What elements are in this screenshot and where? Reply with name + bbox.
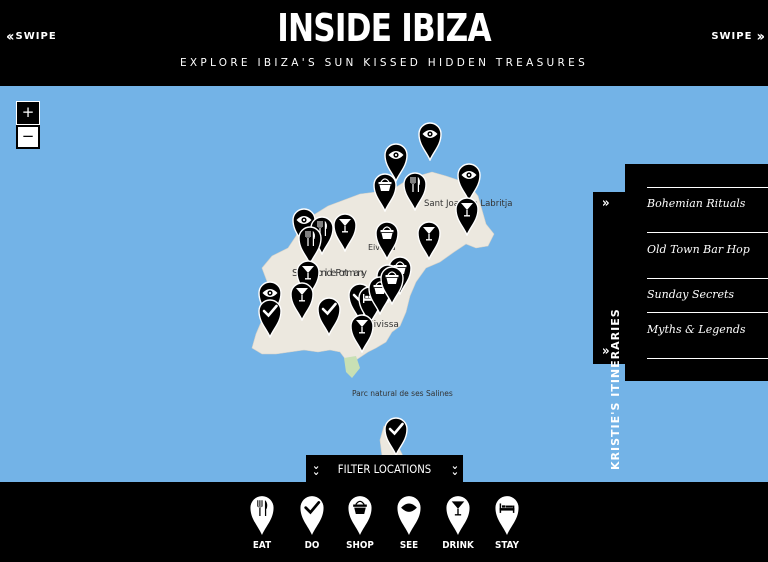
filter-bar [0,482,768,562]
eye-icon [397,496,421,535]
checkmark-icon [300,496,324,535]
divider [647,358,768,359]
double-chevron-right-icon: » [602,196,610,211]
map-marker-see[interactable] [418,122,442,161]
divider [647,187,768,188]
itineraries-tab-label: KRISTIE'S ITINERARIES [609,308,622,470]
bed-icon [495,496,519,535]
itineraries-tab[interactable]: » KRISTIE'S ITINERARIES » [593,192,625,470]
filter-button-see[interactable]: SEE [387,494,431,556]
cutlery-icon [250,496,274,535]
divider [647,278,768,279]
salines-park [344,356,360,378]
itinerary-bohemian-rituals[interactable]: Bohemian Rituals [647,198,759,210]
filter-button-eat[interactable]: EAT [240,494,284,556]
zoom-in-button[interactable]: + [16,101,40,125]
filter-button-label: STAY [494,540,520,551]
itinerary-sunday-secrets[interactable]: Sunday Secrets [647,289,759,301]
filter-button-label: SEE [399,540,419,551]
page-subtitle: EXPLORE IBIZA'S SUN KISSED HIDDEN TREASU… [179,57,589,69]
place-label-salines: Parc natural de ses Salines [352,389,453,398]
swipe-right-label: SWIPE [711,31,753,42]
markers-layer [258,122,481,456]
filter-button-label: EAT [252,540,272,551]
double-chevron-down-icon: ⌄ ⌄ [450,459,459,478]
divider [647,232,768,233]
swipe-left-label: SWIPE [15,31,57,42]
basket-icon [348,496,372,535]
itinerary-myths-legends[interactable]: Myths & Legends [647,324,759,336]
double-chevron-left-icon: ‹‹ [6,28,14,45]
swipe-right-button[interactable]: SWIPE ›› [711,28,764,45]
divider [647,312,768,313]
itinerary-old-town-bar-hop[interactable]: Old Town Bar Hop [647,244,759,256]
filter-locations-toggle[interactable]: ⌄ ⌄ FILTER LOCATIONS ⌄ ⌄ [306,455,463,482]
header: ‹‹ SWIPE INSIDE IBIZA EXPLORE IBIZA'S SU… [0,0,768,86]
filter-button-label: DRINK [442,540,474,551]
filter-button-label: DO [304,540,320,551]
filter-button-do[interactable]: DO [290,494,334,556]
swipe-left-button[interactable]: ‹‹ SWIPE [6,28,57,45]
filter-button-drink[interactable]: DRINK [436,494,480,556]
cocktail-icon [446,496,470,535]
filter-button-shop[interactable]: SHOP [338,494,382,556]
filter-button-label: SHOP [346,540,374,551]
double-chevron-right-icon: » [602,344,610,359]
filter-locations-label: FILTER LOCATIONS [337,462,432,476]
zoom-out-button[interactable]: − [16,125,40,149]
double-chevron-right-icon: ›› [756,28,764,45]
itineraries-panel: Bohemian Rituals Old Town Bar Hop Sunday… [625,164,768,381]
page-title: INSIDE IBIZA [277,6,491,50]
filter-button-stay[interactable]: STAY [485,494,529,556]
